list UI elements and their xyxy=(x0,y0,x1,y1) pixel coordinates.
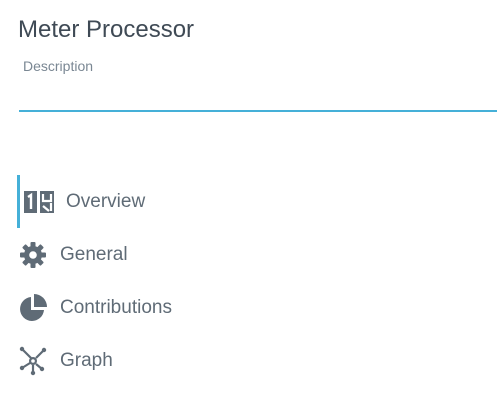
nav-item-general[interactable]: General xyxy=(0,228,300,281)
nav-item-overview[interactable]: Overview xyxy=(0,175,300,228)
nav-item-label: Graph xyxy=(60,349,113,371)
nav-item-label: Overview xyxy=(66,190,146,212)
network-graph-icon xyxy=(17,345,49,377)
pie-chart-icon xyxy=(17,292,49,324)
description-input[interactable] xyxy=(19,78,497,112)
description-label: Description xyxy=(23,58,94,74)
page-title: Meter Processor xyxy=(18,16,195,43)
nav-item-label: General xyxy=(60,243,128,265)
overview-counter-icon xyxy=(23,186,55,218)
meter-processor-page: Meter Processor Description Overview Gen… xyxy=(0,0,503,398)
section-nav: Overview General Contributions Graph xyxy=(0,175,300,387)
gear-icon xyxy=(17,239,49,271)
nav-item-graph[interactable]: Graph xyxy=(0,334,300,387)
nav-item-label: Contributions xyxy=(60,296,172,318)
active-indicator xyxy=(17,175,20,228)
nav-item-contributions[interactable]: Contributions xyxy=(0,281,300,334)
